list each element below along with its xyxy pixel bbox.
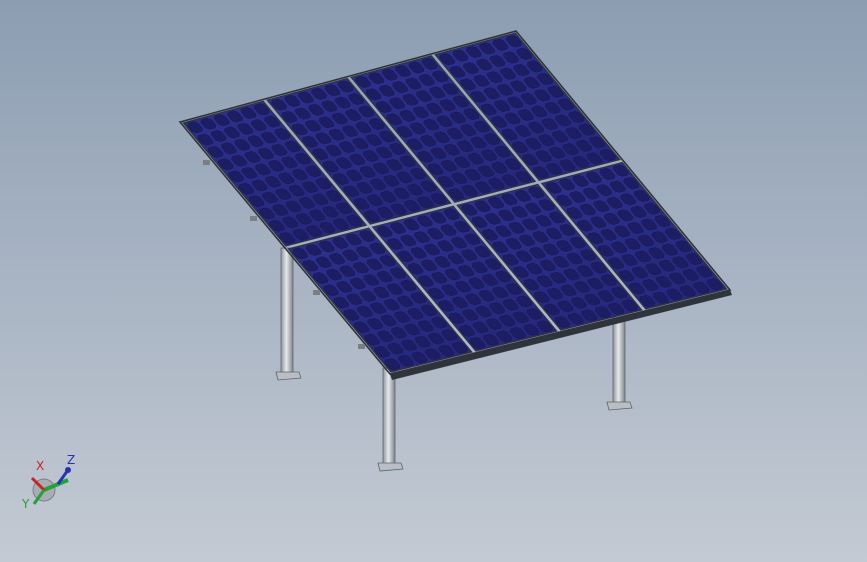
post-back-left (275, 247, 302, 381)
x-axis-label: X (36, 459, 44, 473)
orientation-triad[interactable]: X Z Y (18, 448, 88, 518)
y-axis-label: Y (21, 497, 30, 511)
3d-viewport[interactable] (0, 0, 867, 562)
z-axis-label: Z (67, 453, 75, 467)
post-front-left (377, 367, 404, 472)
solar-panel-array[interactable] (178, 30, 732, 380)
post-front-right (606, 317, 633, 411)
z-axis-tip (65, 467, 71, 473)
